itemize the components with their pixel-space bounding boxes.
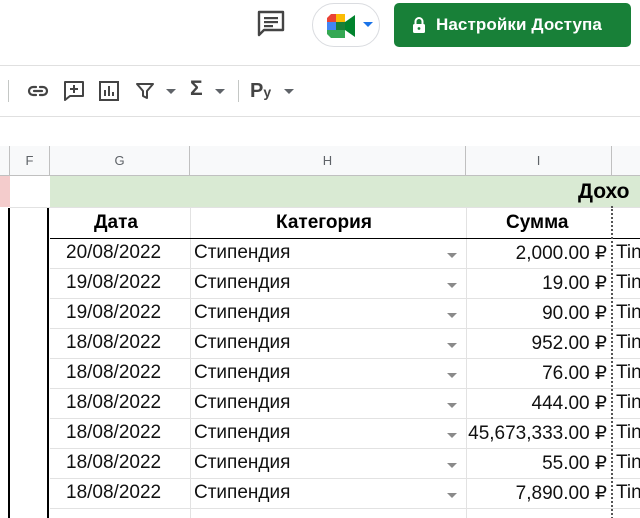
toolbar-divider <box>238 80 239 102</box>
chevron-down-icon[interactable] <box>447 433 457 438</box>
date-cell[interactable]: 20/08/2022 <box>66 242 161 264</box>
date-cell[interactable]: 18/08/2022 <box>66 362 161 384</box>
grid-line <box>10 207 640 208</box>
share-button[interactable]: Настройки Доступа <box>394 3 631 47</box>
category-cell[interactable]: Стипендия <box>194 362 290 384</box>
app-header: Настройки Доступа <box>0 0 640 64</box>
chevron-down-icon[interactable] <box>447 463 457 468</box>
table-right-border <box>611 206 613 518</box>
extra-cell[interactable]: Tin <box>616 242 640 264</box>
column-header-i[interactable]: I <box>466 146 612 176</box>
filter-icon[interactable] <box>133 79 157 103</box>
spreadsheet-grid[interactable]: F G H I Дохо Дата Категория Сумма 20/08/… <box>0 146 640 518</box>
chevron-down-icon[interactable] <box>447 313 457 318</box>
category-cell[interactable]: Стипендия <box>194 452 290 474</box>
amount-value: 444.00 ₽ <box>531 393 607 414</box>
amount-cell[interactable]: 55.00 ₽ <box>466 448 607 478</box>
amount-value: 19.00 ₽ <box>542 273 607 294</box>
chevron-down-icon[interactable] <box>447 373 457 378</box>
amount-cell[interactable]: 76.00 ₽ <box>466 358 607 388</box>
column-header-g[interactable]: G <box>50 146 190 176</box>
amount-value: 76.00 ₽ <box>542 363 607 384</box>
column-header-h[interactable]: H <box>190 146 466 176</box>
extra-cell[interactable]: Tin <box>616 362 640 384</box>
table-left-border <box>47 208 49 518</box>
insert-chart-icon[interactable] <box>97 79 121 103</box>
banner-title: Дохо <box>578 180 630 203</box>
input-tools-sub: у <box>263 84 272 100</box>
amount-value: 2,000.00 ₽ <box>515 243 607 264</box>
extra-cell[interactable]: Tin <box>616 302 640 324</box>
date-cell[interactable]: 18/08/2022 <box>66 332 161 354</box>
extra-cell[interactable]: Tin <box>616 452 640 474</box>
header-date[interactable]: Дата <box>94 212 138 234</box>
insert-comment-icon[interactable] <box>62 79 86 103</box>
grid-line <box>190 208 191 518</box>
date-cell[interactable]: 18/08/2022 <box>66 422 161 444</box>
date-cell[interactable]: 18/08/2022 <box>66 452 161 474</box>
column-header-f[interactable]: F <box>10 146 50 176</box>
header-amount[interactable]: Сумма <box>506 212 568 234</box>
functions-icon[interactable]: Σ <box>190 77 203 101</box>
comment-icon[interactable] <box>256 10 286 38</box>
amount-cell[interactable]: 7,890.00 ₽ <box>466 478 607 508</box>
category-cell[interactable]: Стипендия <box>194 422 290 444</box>
meet-button[interactable] <box>312 3 380 47</box>
amount-value: 90.00 ₽ <box>542 303 607 324</box>
chevron-down-icon[interactable] <box>363 22 373 27</box>
amount-value: 7,890.00 ₽ <box>515 483 607 504</box>
header-category[interactable]: Категория <box>276 212 372 234</box>
category-cell[interactable]: Стипендия <box>194 272 290 294</box>
google-meet-icon <box>325 13 359 39</box>
banner-cell[interactable] <box>50 176 640 207</box>
column-header-e[interactable] <box>0 146 10 176</box>
date-cell[interactable]: 19/08/2022 <box>66 302 161 324</box>
extra-cell[interactable]: Tin <box>616 332 640 354</box>
category-cell[interactable]: Стипендия <box>194 392 290 414</box>
amount-value: 55.00 ₽ <box>542 453 607 474</box>
toolbar-divider <box>8 80 9 102</box>
date-cell[interactable]: 18/08/2022 <box>66 482 161 504</box>
date-cell[interactable]: 19/08/2022 <box>66 272 161 294</box>
amount-value: 952.00 ₽ <box>531 333 607 354</box>
chevron-down-icon[interactable] <box>447 283 457 288</box>
grid-line <box>50 508 640 509</box>
amount-cell[interactable]: 444.00 ₽ <box>466 388 607 418</box>
chevron-down-icon[interactable] <box>447 343 457 348</box>
category-cell[interactable]: Стипендия <box>194 302 290 324</box>
category-cell[interactable]: Стипендия <box>194 482 290 504</box>
input-tools-icon[interactable]: Ру <box>250 80 271 103</box>
amount-cell[interactable]: 90.00 ₽ <box>466 298 607 328</box>
amount-cell[interactable]: 45,673,333.00 ₽ <box>466 418 607 448</box>
formatting-toolbar: Σ Ру <box>0 65 640 117</box>
filter-dropdown-icon[interactable] <box>166 89 176 94</box>
date-cell[interactable]: 18/08/2022 <box>66 392 161 414</box>
amount-value: 45,673,333.00 ₽ <box>468 423 607 444</box>
category-cell[interactable]: Стипендия <box>194 332 290 354</box>
amount-cell[interactable]: 19.00 ₽ <box>466 268 607 298</box>
insert-link-icon[interactable] <box>26 79 50 103</box>
lock-icon <box>412 16 426 34</box>
extra-cell[interactable]: Tin <box>616 422 640 444</box>
amount-cell[interactable]: 2,000.00 ₽ <box>466 238 607 268</box>
input-tools-label: Р <box>250 80 264 102</box>
banner-cell-pink[interactable] <box>0 176 10 207</box>
table-left-border <box>8 208 10 518</box>
input-tools-dropdown-icon[interactable] <box>284 89 294 94</box>
extra-cell[interactable]: Tin <box>616 272 640 294</box>
extra-cell[interactable]: Tin <box>616 482 640 504</box>
column-header-j[interactable] <box>612 146 640 176</box>
extra-cell[interactable]: Tin <box>616 392 640 414</box>
chevron-down-icon[interactable] <box>447 403 457 408</box>
amount-cell[interactable]: 952.00 ₽ <box>466 328 607 358</box>
chevron-down-icon[interactable] <box>447 253 457 258</box>
chevron-down-icon[interactable] <box>447 493 457 498</box>
share-button-label: Настройки Доступа <box>436 15 602 34</box>
functions-dropdown-icon[interactable] <box>215 89 225 94</box>
category-cell[interactable]: Стипендия <box>194 242 290 264</box>
